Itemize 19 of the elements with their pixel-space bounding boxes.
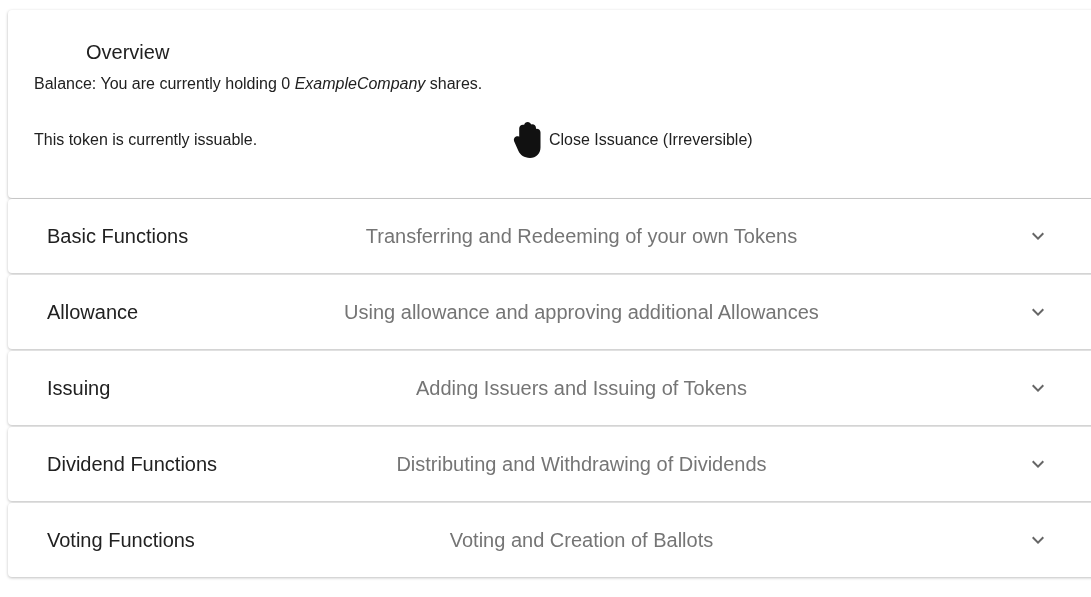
close-issuance-button[interactable]: Close Issuance (Irreversible): [509, 122, 753, 158]
section-description: Using allowance and approving additional Allowances: [343, 300, 820, 325]
section-title: Allowance: [47, 300, 140, 325]
section-title: Issuing: [47, 376, 112, 401]
overview-title: Overview: [86, 40, 171, 64]
section-description: Adding Issuers and Issuing of Tokens: [415, 376, 748, 401]
accordion-section[interactable]: Issuing Adding Issuers and Issuing of Tokens: [8, 351, 1091, 425]
accordion-section[interactable]: Basic Functions Transferring and Redeeming of your own Tokens: [8, 199, 1091, 273]
section-title: Dividend Functions: [47, 452, 219, 477]
accordion-section[interactable]: Allowance Using allowance and approving additional Allowances: [8, 275, 1091, 349]
status-text: This token is currently issuable.: [34, 130, 259, 150]
accordion-section[interactable]: Dividend Functions Distributing and Withdrawing of Dividends: [8, 427, 1091, 501]
section-description: Distributing and Withdrawing of Dividends: [395, 452, 768, 477]
section-title: Basic Functions: [47, 224, 190, 249]
balance-text: Balance: You are currently holding 0 ExampleCompany shares.: [34, 74, 484, 94]
accordion-section[interactable]: Voting Functions Voting and Creation of Ballots: [8, 503, 1091, 577]
section-title: Voting Functions: [47, 528, 196, 553]
section-description: Voting and Creation of Ballots: [448, 528, 715, 553]
section-description: Transferring and Redeeming of your own Tokens: [364, 224, 799, 249]
